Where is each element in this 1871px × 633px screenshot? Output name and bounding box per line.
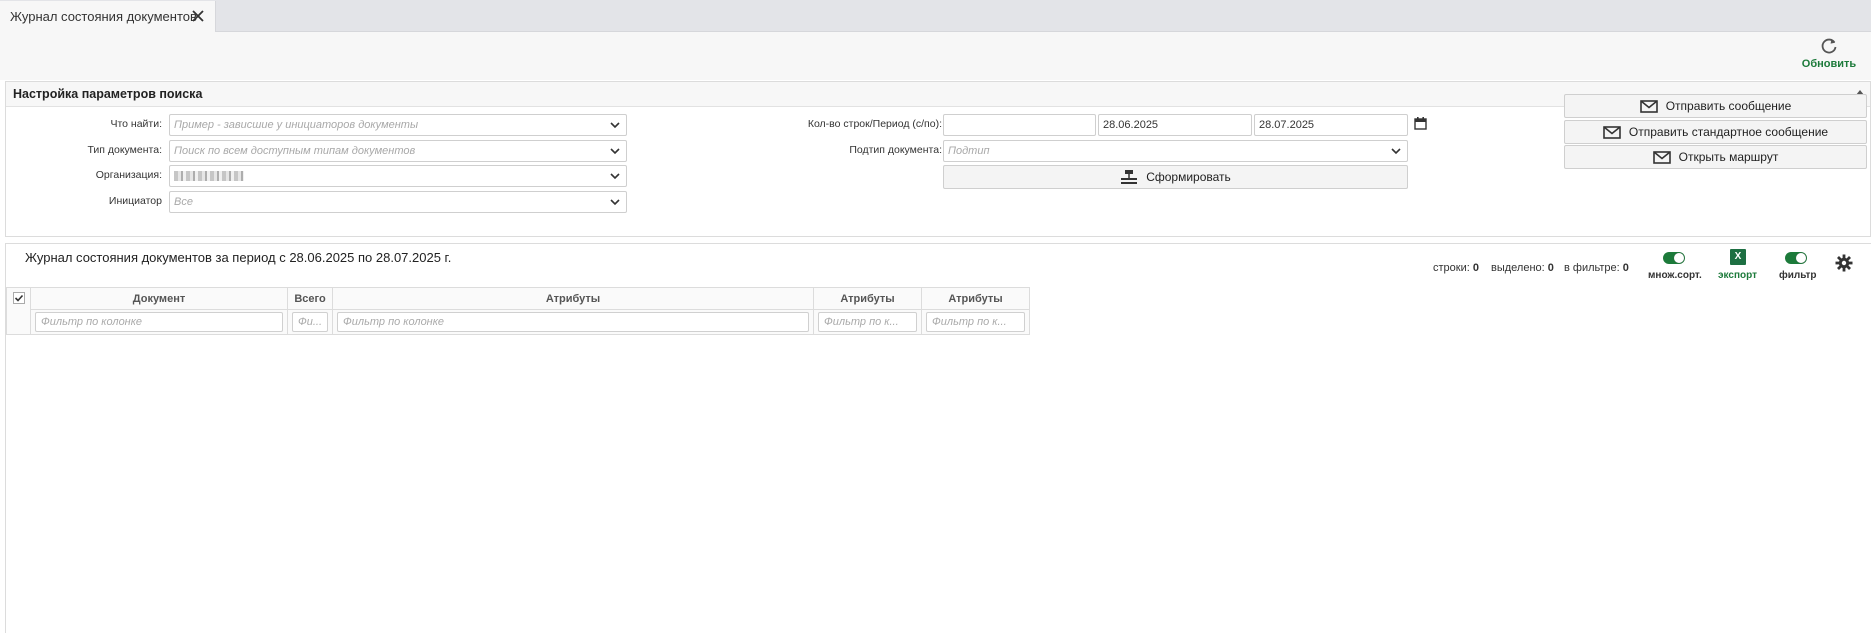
filter-input-document[interactable]: Фильтр по колонке — [35, 312, 283, 332]
journal-title: Журнал состояния документов за период с … — [25, 250, 452, 265]
filtered-stat-label: в фильтре: — [1564, 262, 1620, 274]
selected-stat-label: выделено: — [1491, 262, 1545, 274]
excel-export-icon[interactable]: X — [1730, 249, 1746, 265]
rows-stat-label: строки: — [1433, 262, 1470, 274]
calendar-icon[interactable] — [1414, 117, 1427, 130]
open-route-label: Открыть маршрут — [1678, 150, 1779, 164]
chevron-down-icon — [610, 122, 620, 129]
close-icon[interactable] — [189, 7, 207, 25]
col-header-attributes-3[interactable]: Атрибуты — [921, 287, 1030, 310]
send-standard-message-label: Отправить стандартное сообщение — [1628, 125, 1829, 139]
tab-bar: Журнал состояния документов — [0, 0, 1871, 32]
envelope-icon — [1639, 99, 1658, 113]
check-icon — [12, 292, 25, 304]
gear-icon[interactable] — [1835, 254, 1853, 272]
filter-toggle[interactable] — [1785, 252, 1807, 264]
col-header-total[interactable]: Всего — [287, 287, 333, 310]
doctype-label: Тип документа: — [87, 144, 162, 156]
tab-document-journal[interactable]: Журнал состояния документов — [0, 1, 216, 32]
journal-section: Журнал состояния документов за период с … — [5, 243, 1871, 633]
col-header-attributes-2[interactable]: Атрибуты — [813, 287, 922, 310]
col-header-attributes[interactable]: Атрибуты — [332, 287, 814, 310]
search-panel-title: Настройка параметров поиска — [13, 87, 203, 101]
subtype-placeholder: Подтип — [948, 145, 990, 157]
org-select[interactable] — [169, 165, 627, 187]
initiator-placeholder: Все — [174, 196, 193, 208]
filtered-stat-count: 0 — [1622, 262, 1629, 274]
initiator-label: Инициатор — [108, 195, 162, 207]
chevron-down-icon — [610, 148, 620, 155]
send-message-button[interactable]: Отправить сообщение — [1564, 94, 1867, 118]
chevron-down-icon — [610, 199, 620, 206]
col-header-document[interactable]: Документ — [30, 287, 288, 310]
what-placeholder: Пример - зависшие у инициаторов документ… — [174, 119, 419, 131]
date-from-input[interactable]: 28.06.2025 — [1098, 114, 1252, 136]
select-all-checkbox[interactable] — [6, 287, 31, 335]
send-message-label: Отправить сообщение — [1665, 99, 1792, 113]
refresh-button[interactable]: Обновить — [1787, 36, 1871, 76]
doctype-placeholder: Поиск по всем доступным типам документов — [174, 145, 416, 157]
rows-period-label: Кол-во строк/Период (с/по): — [807, 118, 942, 130]
toolbar: Обновить — [0, 32, 1871, 80]
open-route-button[interactable]: Открыть маршрут — [1564, 145, 1867, 169]
filtered-stat: в фильтре: 0 — [1564, 262, 1629, 274]
selected-stat: выделено: 0 — [1491, 262, 1554, 274]
filter-input-attributes[interactable]: Фильтр по колонке — [337, 312, 809, 332]
search-panel: Настройка параметров поиска Что найти: П… — [5, 81, 1871, 237]
journal-table: Документ Всего Атрибуты Атрибуты Атрибут… — [6, 287, 1030, 335]
multisort-toggle[interactable] — [1663, 252, 1685, 264]
tab-title: Журнал состояния документов — [10, 9, 197, 24]
refresh-label: Обновить — [1801, 58, 1857, 70]
initiator-select[interactable]: Все — [169, 191, 627, 213]
filter-input-attributes-3[interactable]: Фильтр по к... — [926, 312, 1025, 332]
send-standard-message-button[interactable]: Отправить стандартное сообщение — [1564, 120, 1867, 144]
filter-label: фильтр — [1779, 270, 1817, 281]
org-value-redacted — [174, 171, 244, 182]
envelope-icon — [1652, 150, 1671, 164]
date-to-input[interactable]: 28.07.2025 — [1254, 114, 1408, 136]
doctype-select[interactable]: Поиск по всем доступным типам документов — [169, 140, 627, 162]
multisort-label: множ.сорт. — [1648, 270, 1702, 281]
refresh-icon — [1821, 38, 1837, 54]
rows-count-input[interactable] — [943, 114, 1096, 136]
form-report-label: Сформировать — [1146, 170, 1231, 184]
filter-input-attributes-2[interactable]: Фильтр по к... — [818, 312, 917, 332]
chevron-down-icon — [1391, 148, 1401, 155]
subtype-select[interactable]: Подтип — [943, 140, 1408, 162]
form-report-button[interactable]: Сформировать — [943, 165, 1408, 189]
selected-stat-count: 0 — [1547, 262, 1554, 274]
what-label: Что найти: — [110, 118, 162, 130]
envelope-icon — [1603, 125, 1621, 139]
table-header-row: Документ Всего Атрибуты Атрибуты Атрибут… — [6, 287, 1030, 335]
rows-stat-count: 0 — [1472, 262, 1479, 274]
subtype-label: Подтип документа: — [849, 144, 942, 156]
what-select[interactable]: Пример - зависшие у инициаторов документ… — [169, 114, 627, 136]
rows-stat: строки: 0 — [1433, 262, 1479, 274]
filter-input-total[interactable]: Фи... — [292, 312, 328, 332]
filter-row: Фильтр по колонке Фи... Фильтр по колонк… — [7, 309, 1030, 335]
chevron-down-icon — [610, 173, 620, 180]
org-label: Организация: — [95, 169, 162, 181]
export-label[interactable]: экспорт — [1718, 270, 1757, 281]
form-icon — [1121, 170, 1138, 184]
